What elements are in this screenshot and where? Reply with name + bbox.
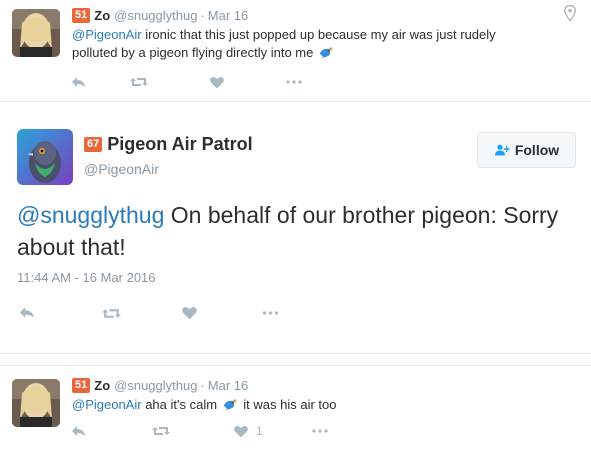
tweet-actions	[72, 74, 302, 90]
retweet-icon	[102, 308, 121, 318]
user-handle[interactable]: @snugglythug	[114, 378, 197, 393]
more-icon	[262, 311, 279, 315]
tweet-header: 51 Zo @snugglythug · Mar 16	[72, 378, 248, 393]
tweet-header: 51 Zo @snugglythug · Mar 16	[72, 8, 248, 23]
follower-badge: 67	[84, 137, 103, 152]
separator: ·	[200, 378, 205, 393]
follow-label: Follow	[514, 142, 560, 158]
follower-badge: 51	[72, 378, 91, 393]
reply-button[interactable]	[72, 425, 152, 437]
tweet-time[interactable]: Mar 16	[208, 378, 248, 393]
retweet-button[interactable]	[130, 76, 210, 88]
like-button[interactable]: 1	[234, 424, 312, 438]
tweet-reply-1[interactable]: 51 Zo @snugglythug · Mar 16 @PigeonAir i…	[0, 0, 591, 101]
tweet-text: @PigeonAir aha it's calm it was his air …	[72, 396, 542, 414]
like-button[interactable]	[182, 306, 262, 320]
location-icon	[564, 5, 576, 21]
user-handle[interactable]: @PigeonAir	[84, 161, 159, 177]
bird-emoji-icon	[320, 47, 333, 58]
more-button[interactable]	[262, 311, 279, 315]
reply-button[interactable]	[20, 307, 102, 319]
reply-icon	[72, 425, 85, 436]
tweet-header: 67 Pigeon Air Patrol	[84, 134, 253, 155]
reply-icon	[20, 307, 34, 318]
tweet-actions: 1	[72, 423, 328, 439]
tweet-body-after: it was his air too	[243, 397, 337, 412]
mention-link[interactable]: @snugglythug	[17, 202, 164, 228]
more-button[interactable]	[286, 80, 302, 84]
follow-button[interactable]: Follow	[477, 132, 576, 168]
avatar[interactable]	[17, 129, 73, 185]
tweet-text: @PigeonAir ironic that this just popped …	[72, 26, 542, 62]
mention-link[interactable]: @PigeonAir	[72, 397, 142, 412]
user-handle[interactable]: @snugglythug	[114, 8, 197, 23]
retweet-icon	[152, 427, 170, 435]
follow-person-icon	[494, 144, 510, 156]
avatar[interactable]	[12, 379, 60, 427]
follower-badge: 51	[72, 8, 91, 23]
tweet-body-before: aha it's calm	[141, 397, 218, 412]
mention-link[interactable]: @PigeonAir	[72, 27, 142, 42]
retweet-icon	[130, 78, 148, 86]
tweet-time[interactable]: Mar 16	[208, 8, 248, 23]
like-count: 1	[256, 424, 263, 438]
like-button[interactable]	[210, 76, 286, 89]
retweet-button[interactable]	[152, 425, 234, 437]
bird-emoji-icon	[223, 399, 237, 410]
retweet-button[interactable]	[102, 307, 182, 320]
separator: ·	[200, 8, 205, 23]
like-icon	[182, 307, 197, 320]
reply-button[interactable]	[72, 76, 130, 88]
avatar[interactable]	[12, 9, 60, 57]
like-icon	[234, 425, 248, 437]
user-name[interactable]: Zo	[94, 8, 110, 23]
tweet-actions	[20, 304, 279, 322]
tweet-timestamp[interactable]: 11:44 AM - 16 Mar 2016	[17, 270, 156, 285]
like-icon	[210, 76, 224, 88]
more-icon	[286, 80, 302, 84]
user-name[interactable]: Zo	[94, 378, 110, 393]
more-button[interactable]	[312, 429, 328, 433]
tweet-text: @snugglythug On behalf of our brother pi…	[17, 199, 577, 263]
user-name[interactable]: Pigeon Air Patrol	[107, 134, 252, 155]
more-icon	[312, 429, 328, 433]
reply-icon	[72, 76, 85, 87]
